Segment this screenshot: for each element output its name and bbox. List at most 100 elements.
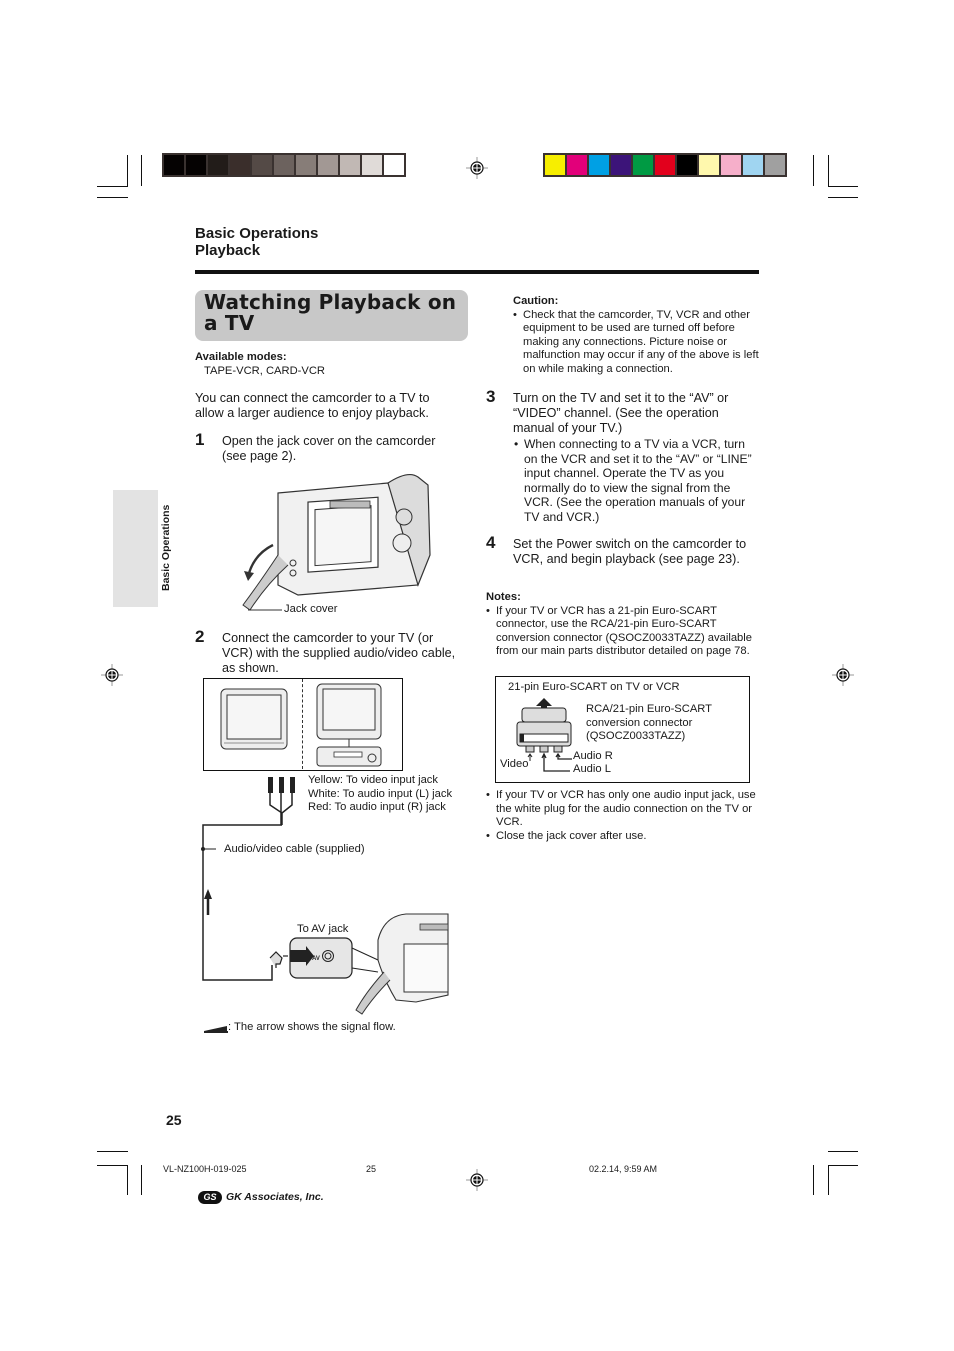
color-swatch	[765, 155, 785, 175]
color-swatch	[384, 155, 404, 175]
color-swatch	[743, 155, 765, 175]
color-swatch	[633, 155, 655, 175]
registration-mark-icon	[101, 664, 123, 686]
av-jack-illustration: AV	[269, 913, 449, 1015]
color-swatch	[318, 155, 340, 175]
crop-mark	[141, 155, 142, 186]
footer-doc-code: VL-NZ100H-019-025	[163, 1164, 247, 1174]
grayscale-swatch-bar	[162, 153, 406, 177]
camcorder-illustration	[242, 473, 431, 611]
notes-more: If your TV or VCR has only one audio inp…	[486, 789, 758, 843]
step-bullet: When connecting to a TV via a VCR, turn …	[514, 437, 760, 524]
notes-block: Notes: If your TV or VCR has a 21-pin Eu…	[486, 591, 758, 659]
color-swatch	[296, 155, 318, 175]
color-swatch	[340, 155, 362, 175]
tv-icon	[220, 688, 288, 750]
crop-mark	[127, 1165, 128, 1195]
color-swatch	[208, 155, 230, 175]
available-modes: Available modes: TAPE-VCR, CARD-VCR	[195, 351, 325, 378]
color-swatch	[677, 155, 699, 175]
crop-mark	[97, 197, 128, 198]
publisher-name: GK Associates, Inc.	[226, 1191, 324, 1203]
color-swatch	[164, 155, 186, 175]
caution-block: Caution: Check that the camcorder, TV, V…	[513, 295, 759, 377]
tv-with-vcr-icon	[316, 683, 382, 767]
crop-mark	[828, 1165, 858, 1166]
registration-mark-icon	[466, 1169, 488, 1191]
crop-mark	[97, 186, 128, 187]
side-tab	[113, 490, 158, 607]
header-rule	[195, 270, 759, 274]
jack-cover-label: Jack cover	[284, 603, 338, 615]
available-modes-label: Available modes:	[195, 351, 287, 363]
page-title: Watching Playback on a TV	[204, 290, 457, 335]
step-number: 2	[195, 627, 205, 646]
caution-bullet: Check that the camcorder, TV, VCR and ot…	[513, 309, 759, 377]
publisher-logo: GS	[198, 1191, 222, 1204]
section-header: Basic Operations Playback	[195, 225, 318, 259]
crop-mark	[141, 1165, 142, 1195]
step-text: Open the jack cover on the camcorder (se…	[222, 434, 436, 463]
note-bullet: If your TV or VCR has a 21-pin Euro-SCAR…	[486, 605, 758, 659]
registration-mark-icon	[466, 157, 488, 179]
step-number: 1	[195, 430, 205, 449]
color-swatch	[611, 155, 633, 175]
registration-mark-icon	[832, 664, 854, 686]
color-swatch	[230, 155, 252, 175]
figure-divider	[302, 679, 303, 769]
color-swatch	[274, 155, 296, 175]
scart-audio-l-label: Audio L	[573, 763, 611, 775]
page-number: 25	[166, 1112, 182, 1128]
step-text: Set the Power switch on the camcorder to…	[513, 537, 747, 566]
av-jack-text: AV	[312, 956, 320, 962]
section-title: Basic Operations	[195, 225, 319, 242]
page-title-box: Watching Playback on a TV	[195, 290, 468, 341]
note-bullet: If your TV or VCR has only one audio inp…	[486, 789, 758, 830]
step-number: 3	[486, 387, 496, 406]
crop-mark	[828, 155, 829, 186]
plug-labels: Yellow: To video input jack White: To au…	[308, 774, 452, 815]
crop-mark	[828, 1165, 829, 1195]
color-swatch	[252, 155, 274, 175]
step-text: Turn on the TV and set it to the “AV” or…	[513, 391, 729, 435]
crop-mark	[97, 1151, 128, 1152]
color-swatch	[567, 155, 589, 175]
scart-label-line: conversion connector	[586, 716, 693, 729]
color-swatch-bar	[543, 153, 787, 177]
caution-label: Caution:	[513, 295, 559, 307]
subsection-title: Playback	[195, 242, 261, 259]
side-tab-label: Basic Operations	[160, 504, 172, 591]
color-swatch	[186, 155, 208, 175]
rca-plugs-icon	[268, 777, 295, 825]
crop-mark	[97, 1165, 128, 1166]
crop-mark	[813, 155, 814, 186]
signal-arrow-icon	[204, 1026, 228, 1033]
crop-mark	[127, 155, 128, 186]
signal-note: : The arrow shows the signal flow.	[228, 1021, 396, 1033]
step-text: Connect the camcorder to your TV (or VCR…	[222, 631, 456, 675]
crop-mark	[828, 197, 858, 198]
scart-box-title: 21-pin Euro-SCART on TV or VCR	[508, 681, 680, 693]
crop-mark	[813, 1165, 814, 1195]
available-modes-value: TAPE-VCR, CARD-VCR	[204, 364, 325, 377]
note-bullet: Close the jack cover after use.	[486, 830, 758, 844]
plug-label-red: Red: To audio input (R) jack	[308, 801, 446, 814]
scart-label-line: (QSOCZ0033TAZZ)	[586, 730, 686, 743]
color-swatch	[699, 155, 721, 175]
scart-audio-r-label: Audio R	[573, 750, 613, 762]
footer-timestamp: 02.2.14, 9:59 AM	[589, 1164, 658, 1174]
plug-label-yellow: Yellow: To video input jack	[308, 774, 438, 786]
crop-mark	[828, 1151, 858, 1152]
cable-label: Audio/video cable (supplied)	[224, 843, 365, 855]
notes-label: Notes:	[486, 591, 521, 603]
scart-video-label: Video	[500, 758, 529, 770]
crop-mark	[828, 186, 858, 187]
scart-label-line: RCA/21-pin Euro-SCART	[586, 703, 713, 715]
intro-text: You can connect the camcorder to a TV to…	[195, 391, 430, 420]
color-swatch	[721, 155, 743, 175]
color-swatch	[545, 155, 567, 175]
color-swatch	[362, 155, 384, 175]
step-number: 4	[486, 533, 496, 552]
color-swatch	[655, 155, 677, 175]
plug-label-white: White: To audio input (L) jack	[308, 787, 453, 800]
